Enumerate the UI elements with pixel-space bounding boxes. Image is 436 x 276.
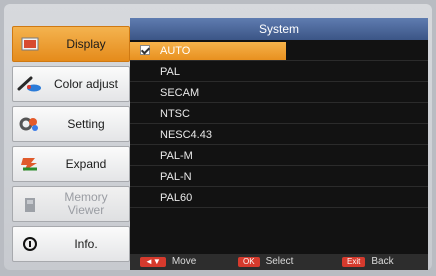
option-label: PAL <box>160 66 180 78</box>
move-key: ◄▼ <box>140 257 166 267</box>
check-icon <box>140 45 150 55</box>
system-panel: System AUTO PAL SECAM NTSC NESC4.43 PAL-… <box>130 18 428 254</box>
back-key: Exit <box>342 257 366 267</box>
system-option-nesc443[interactable]: NESC4.43 <box>130 126 428 145</box>
option-label: PAL60 <box>160 192 193 204</box>
back-hint: Exit Back <box>342 254 394 270</box>
option-label: NTSC <box>160 108 190 120</box>
sidebar-item-info[interactable]: Info. <box>12 226 130 262</box>
color-adjust-icon <box>13 67 47 101</box>
system-option-pal-n[interactable]: PAL-N <box>130 168 428 187</box>
sidebar-item-color-adjust[interactable]: Color adjust <box>12 66 130 102</box>
system-option-secam[interactable]: SECAM <box>130 84 428 103</box>
sidebar-item-memory-viewer[interactable]: Memory Viewer <box>12 186 130 222</box>
sidebar-item-expand[interactable]: Expand <box>12 146 130 182</box>
system-option-pal60[interactable]: PAL60 <box>130 189 428 208</box>
option-label: SECAM <box>160 87 200 99</box>
select-hint: OK Select <box>238 254 293 270</box>
option-label: PAL-M <box>160 150 193 162</box>
sidebar-item-label: Color adjust <box>53 76 119 91</box>
back-label: Back <box>371 256 394 267</box>
system-option-pal[interactable]: PAL <box>130 63 428 82</box>
sidebar-item-label: Memory Viewer <box>64 190 108 217</box>
sidebar-item-setting[interactable]: Setting <box>12 106 130 142</box>
display-icon <box>13 27 47 61</box>
memory-viewer-icon <box>13 187 47 221</box>
option-label: PAL-N <box>160 171 192 183</box>
option-label: NESC4.43 <box>160 129 212 141</box>
sidebar-item-display[interactable]: Display <box>12 26 130 62</box>
sidebar-item-label: Setting <box>67 116 105 131</box>
panel-title: System <box>130 18 428 40</box>
sidebar-item-label: Info. <box>74 236 98 251</box>
select-key: OK <box>238 257 260 267</box>
move-label: Move <box>171 256 197 267</box>
system-option-auto[interactable]: AUTO <box>130 42 428 61</box>
sidebar: Display Color adjust Setting Expand Memo… <box>12 26 130 266</box>
sidebar-item-label: Expand <box>65 156 107 171</box>
select-label: Select <box>265 256 294 267</box>
move-hint: ◄▼ Move <box>140 254 196 270</box>
system-option-ntsc[interactable]: NTSC <box>130 105 428 124</box>
setting-icon <box>13 107 47 141</box>
expand-icon <box>13 147 47 181</box>
sidebar-item-label: Display <box>66 36 106 51</box>
system-option-pal-m[interactable]: PAL-M <box>130 147 428 166</box>
info-icon <box>13 227 47 261</box>
footer-hints: ◄▼ Move OK Select Exit Back <box>130 254 428 270</box>
option-label: AUTO <box>160 45 191 57</box>
